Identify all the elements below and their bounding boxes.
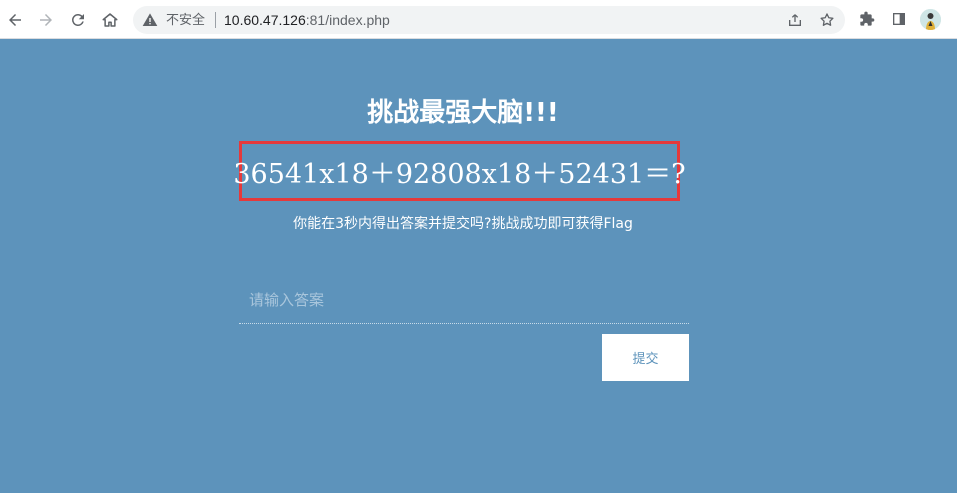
url-host: 10.60.47.126: [224, 12, 306, 28]
address-bar[interactable]: 不安全 10.60.47.126:81/index.php: [133, 6, 845, 34]
reload-button[interactable]: [66, 8, 90, 32]
extensions-button[interactable]: [858, 10, 876, 28]
profile-avatar-icon: [920, 9, 941, 30]
bookmark-button[interactable]: [818, 11, 836, 29]
side-panel-icon: [893, 13, 905, 25]
answer-input[interactable]: [239, 276, 689, 324]
puzzle-icon: [860, 11, 875, 26]
browser-toolbar: 不安全 10.60.47.126:81/index.php: [0, 0, 957, 39]
security-label[interactable]: 不安全: [166, 12, 205, 28]
back-button[interactable]: [3, 8, 27, 32]
math-equation: 36541x18＋92808x18＋52431＝?: [233, 158, 686, 190]
equation-highlight-box: 36541x18＋92808x18＋52431＝?: [233, 141, 686, 201]
forward-button[interactable]: [34, 8, 58, 32]
url-path: :81/index.php: [305, 12, 390, 28]
share-icon: [789, 14, 801, 26]
side-panel-button[interactable]: [890, 10, 908, 28]
reload-icon: [71, 13, 84, 26]
share-button[interactable]: [786, 11, 804, 29]
warning-triangle-icon[interactable]: [142, 12, 158, 28]
home-button[interactable]: [98, 8, 122, 32]
submit-button[interactable]: 提交: [602, 334, 689, 381]
home-icon: [102, 13, 118, 27]
star-icon: [820, 13, 834, 26]
page-title: 挑战最强大脑!!!: [367, 98, 559, 128]
back-arrow-icon: [9, 14, 21, 26]
url-text[interactable]: 10.60.47.126:81/index.php: [224, 11, 390, 29]
omnibox-divider: [215, 12, 216, 28]
avatar[interactable]: [920, 9, 941, 30]
forward-arrow-icon: [40, 14, 52, 26]
challenge-hint: 你能在3秒内得出答案并提交吗?挑战成功即可获得Flag: [293, 216, 633, 232]
